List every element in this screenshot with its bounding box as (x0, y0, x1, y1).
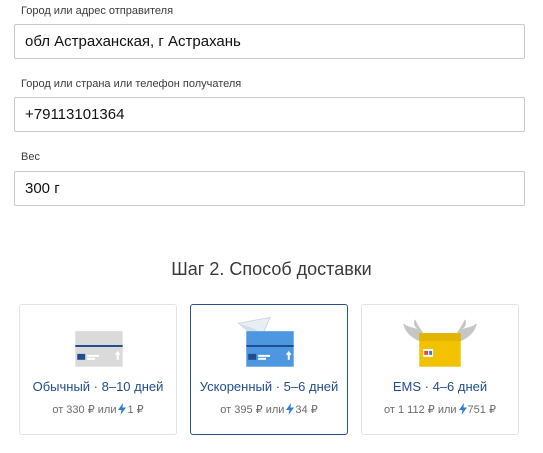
recipient-label: Город или страна или телефон получателя (21, 78, 242, 90)
lightning-icon (458, 403, 467, 415)
delivery-option-ems[interactable]: EMS · 4–6 дней от 1 112 ₽ или 751 ₽ (361, 304, 519, 435)
delivery-option-regular[interactable]: Обычный · 8–10 дней от 330 ₽ или 1 ₽ (19, 304, 177, 435)
points-text: 34 ₽ (295, 404, 318, 416)
price-text: от 330 ₽ или (52, 404, 117, 416)
delivery-option-name: Ускоренный · 5–6 дней (199, 379, 339, 394)
recipient-input[interactable] (14, 97, 525, 132)
sender-label: Город или адрес отправителя (21, 5, 174, 17)
delivery-option-price: от 1 112 ₽ или 751 ₽ (362, 403, 518, 416)
envelope-blue-paper-plane-icon (237, 316, 294, 367)
lightning-icon (286, 403, 295, 415)
points-text: 751 ₽ (467, 404, 496, 416)
weight-input[interactable] (14, 171, 525, 206)
delivery-option-price: от 395 ₽ или 34 ₽ (191, 403, 347, 416)
envelope-yellow-wings-icon (403, 319, 477, 367)
sender-input[interactable] (14, 24, 525, 59)
delivery-option-accelerated[interactable]: Ускоренный · 5–6 дней от 395 ₽ или 34 ₽ (190, 304, 348, 435)
lightning-icon (118, 403, 127, 415)
price-text: от 1 112 ₽ или (384, 404, 457, 416)
delivery-option-name: EMS · 4–6 дней (392, 379, 488, 394)
price-text: от 395 ₽ или (220, 404, 285, 416)
points-text: 1 ₽ (127, 404, 144, 416)
envelope-grey-icon (75, 331, 123, 367)
weight-label: Вес (21, 151, 40, 163)
delivery-option-price: от 330 ₽ или 1 ₽ (20, 403, 176, 416)
delivery-option-name: Обычный · 8–10 дней (32, 379, 164, 394)
step-title: Шаг 2. Способ доставки (171, 259, 372, 279)
